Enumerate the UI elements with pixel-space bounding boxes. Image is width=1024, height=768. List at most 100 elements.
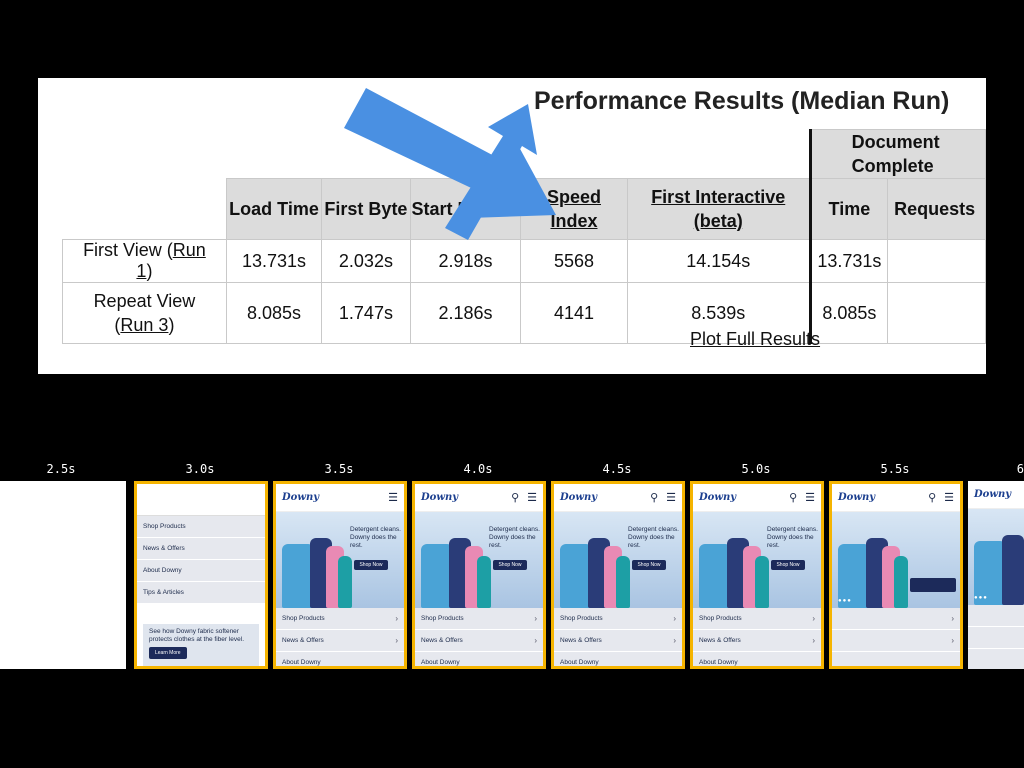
promo-box: See how Downy fabric softener protects c… (143, 624, 259, 666)
hero-banner: Detergent cleans. Downy does the rest. S… (276, 512, 404, 608)
filmstrip-frame[interactable]: Downy ⚲ ☰ ●●● › › (829, 481, 963, 669)
row-label: Repeat View (Run 3) (62, 282, 227, 344)
shop-now-button: Shop Now (354, 560, 388, 570)
hero-banner: Detergent cleans. Downy does the rest. S… (415, 512, 543, 608)
filmstrip-frame[interactable] (0, 481, 126, 669)
chevron-right-icon: › (812, 614, 815, 623)
list-item: › (832, 608, 960, 630)
list-item: News & Offers › (693, 630, 821, 652)
list-item: About Downy (554, 652, 682, 666)
chevron-right-icon: › (673, 614, 676, 623)
hero-banner: ●●● (832, 512, 960, 608)
search-icon: ⚲ (511, 492, 520, 504)
downy-logo: Downy (974, 489, 1012, 500)
list-item: News & Offers › (276, 630, 404, 652)
cell-doc-time: 8.085s (808, 282, 889, 344)
chevron-right-icon: › (395, 636, 398, 645)
row-label: First View (Run 1) (62, 239, 227, 283)
search-icon: ⚲ (928, 492, 937, 504)
cell-start-render: 2.186s (409, 282, 522, 344)
table-row: First View (Run 1) 13.731s 2.032s 2.918s… (62, 239, 986, 283)
header-first-interactive-link[interactable]: First Interactive (beta) (651, 187, 785, 231)
learn-more-button: Learn More (149, 647, 187, 659)
filmstrip-frame[interactable]: Downy ⚲ ☰ Detergent cleans. Downy does the… (412, 481, 546, 669)
downy-logo: Downy (421, 492, 459, 503)
filmstrip-frame[interactable]: Downy ☰ Detergent cleans. Downy does the … (273, 481, 407, 669)
cell-load-time: 13.731s (225, 239, 323, 283)
list-item (832, 652, 960, 666)
chevron-right-icon: › (534, 636, 537, 645)
list-item: Shop Products › (554, 608, 682, 630)
frame-menu: Shop Products News & Offers About Downy … (137, 516, 265, 604)
list-item: Shop Products › (693, 608, 821, 630)
hero-button-placeholder (910, 578, 956, 592)
downy-logo: Downy (699, 492, 737, 503)
header-speed-index-link[interactable]: Speed Index (547, 187, 601, 231)
list-item: News & Offers › (415, 630, 543, 652)
timestamp: 6 (1016, 462, 1024, 476)
filmstrip-frame[interactable]: Downy ⚲ ☰ Detergent cleans. Downy does the… (551, 481, 685, 669)
list-item (968, 605, 1024, 627)
list-item: News & Offers (137, 538, 265, 560)
table-row: Repeat View (Run 3) 8.085s 1.747s 2.186s… (62, 282, 986, 344)
doc-complete-group-header: Document Complete (808, 129, 986, 179)
filmstrip-frame[interactable]: Downy ●●● (968, 481, 1024, 669)
hamburger-menu-icon: ☰ (388, 492, 398, 504)
header-first-byte: First Byte (321, 178, 411, 240)
shop-now-button: Shop Now (632, 560, 666, 570)
list-item: Shop Products (137, 516, 265, 538)
chevron-right-icon: › (395, 614, 398, 623)
shop-now-button: Shop Now (493, 560, 527, 570)
chevron-right-icon: › (673, 636, 676, 645)
list-item: News & Offers › (554, 630, 682, 652)
chevron-right-icon: › (534, 614, 537, 623)
list-item: About Downy (137, 560, 265, 582)
hamburger-menu-icon: ☰ (666, 492, 676, 504)
search-icon: ⚲ (650, 492, 659, 504)
chevron-right-icon: › (812, 636, 815, 645)
cell-start-render: 2.918s (409, 239, 522, 283)
cell-speed-index: 5568 (520, 239, 628, 283)
cell-first-byte: 1.747s (321, 282, 411, 344)
cell-first-byte: 2.032s (321, 239, 411, 283)
chevron-right-icon: › (951, 614, 954, 623)
downy-logo: Downy (838, 492, 876, 503)
performance-results-panel: Performance Results (Median Run) Documen… (38, 78, 986, 374)
header-doc-requests: Requests (887, 178, 986, 240)
list-item: About Downy (693, 652, 821, 666)
list-item (968, 627, 1024, 649)
header-start-render: Start Render (409, 178, 522, 240)
carousel-dots-icon: ●●● (974, 595, 988, 601)
cell-doc-time: 13.731s (808, 239, 889, 283)
list-item: Shop Products › (415, 608, 543, 630)
performance-table: Document Complete Load Time First Byte S… (62, 129, 986, 344)
timestamp: 3.0s (185, 462, 215, 476)
carousel-dots-icon: ●●● (838, 598, 852, 604)
cell-speed-index: 4141 (520, 282, 628, 344)
search-icon: ⚲ (789, 492, 798, 504)
hero-banner: Detergent cleans. Downy does the rest. S… (693, 512, 821, 608)
list-item: About Downy (276, 652, 404, 666)
cell-first-interactive: 14.154s (626, 239, 811, 283)
timestamp: 5.0s (741, 462, 771, 476)
hamburger-menu-icon: ☰ (944, 492, 954, 504)
hero-banner: ●●● (968, 509, 1024, 605)
downy-logo: Downy (282, 492, 320, 503)
header-doc-time: Time (808, 178, 889, 240)
shop-now-button: Shop Now (771, 560, 805, 570)
downy-logo: Downy (560, 492, 598, 503)
panel-title: Performance Results (Median Run) (534, 87, 950, 115)
list-item: Tips & Articles (137, 582, 265, 604)
header-load-time: Load Time (225, 178, 323, 240)
filmstrip-frame[interactable]: Downy ⚲ ☰ Detergent cleans. Downy does the… (690, 481, 824, 669)
filmstrip-frame[interactable]: Shop Products News & Offers About Downy … (134, 481, 268, 669)
list-item: About Downy (415, 652, 543, 666)
hamburger-menu-icon: ☰ (527, 492, 537, 504)
timestamp: 4.5s (602, 462, 632, 476)
timestamp: 2.5s (46, 462, 76, 476)
hero-banner: Detergent cleans. Downy does the rest. S… (554, 512, 682, 608)
run-link[interactable]: Run 3 (120, 315, 168, 335)
plot-full-results-link[interactable]: Plot Full Results (690, 329, 820, 350)
cell-load-time: 8.085s (225, 282, 323, 344)
list-item (968, 649, 1024, 669)
